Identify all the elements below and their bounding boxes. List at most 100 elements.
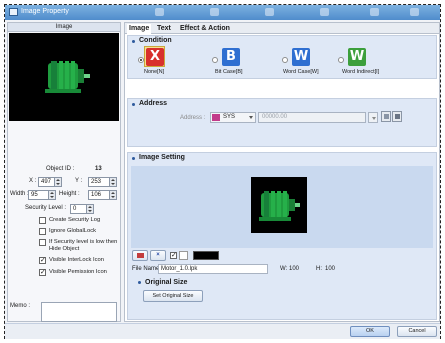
- height-value: 100: [325, 266, 336, 272]
- motor-icon: [45, 61, 90, 93]
- visible-interlock-icon-checkbox[interactable]: [39, 256, 46, 264]
- device-select[interactable]: SYS: [210, 112, 256, 123]
- keypad-icon: [384, 114, 389, 119]
- motor-icon: [259, 191, 300, 221]
- address-clear-button[interactable]: [392, 111, 402, 122]
- address-section: Address Address : SYS 00000.00: [127, 98, 437, 147]
- blurred-icon: [370, 8, 379, 16]
- y-label: Y :: [75, 178, 83, 184]
- bullet-icon: [138, 281, 141, 284]
- color-swatch[interactable]: [193, 251, 219, 260]
- condition-section: Condition X None[N] B Bit Case[B] W Word…: [127, 35, 437, 79]
- none-condition-icon[interactable]: X: [146, 48, 164, 66]
- address-helper-button[interactable]: [381, 111, 391, 122]
- x-field[interactable]: 497: [38, 177, 62, 187]
- image-canvas: [131, 166, 433, 248]
- security-level-field[interactable]: 0: [70, 204, 94, 214]
- spin-icon[interactable]: [48, 191, 55, 199]
- transparent-color-swatch[interactable]: [179, 251, 188, 260]
- tab-image[interactable]: Image: [127, 24, 152, 34]
- width-field[interactable]: 95: [28, 190, 56, 200]
- condition-none-label: None[N]: [144, 69, 165, 75]
- condition-bit-case-radio[interactable]: [212, 57, 218, 63]
- preview-header: Image: [8, 23, 120, 32]
- condition-word-indirect-radio[interactable]: [338, 57, 344, 63]
- security-level-label: Security Level :: [25, 205, 67, 211]
- blurred-icon: [155, 8, 164, 16]
- ignore-globallock-label: Ignore GlobalLock: [49, 228, 97, 234]
- bullet-icon: [132, 103, 135, 106]
- transparent-color-checkbox[interactable]: [170, 251, 177, 259]
- visible-permission-icon-label: Visible Pemission Icon: [49, 269, 107, 275]
- close-icon: ×: [156, 252, 160, 258]
- device-icon: [212, 114, 220, 121]
- memo-label: Memo :: [10, 303, 31, 309]
- height-field[interactable]: 106: [88, 190, 117, 200]
- height-label: Height :: [59, 191, 80, 197]
- blurred-icon: [265, 8, 274, 16]
- security-level-value: 0: [73, 206, 77, 212]
- image-preview: [9, 33, 119, 121]
- device-value: SYS: [223, 114, 236, 120]
- app-icon: [9, 8, 18, 16]
- chevron-down-icon: [249, 116, 253, 119]
- tab-effect-action[interactable]: Effect & Action: [178, 24, 232, 34]
- title-bar: Image Property: [5, 5, 440, 20]
- create-security-log-checkbox[interactable]: [39, 217, 46, 224]
- visible-interlock-icon-label: Visible InterLock Icon: [49, 257, 104, 263]
- address-label: Address :: [180, 115, 206, 121]
- condition-word-case-radio[interactable]: [282, 57, 288, 63]
- address-value: 00000.00: [262, 114, 288, 120]
- bit-case-icon[interactable]: B: [222, 48, 240, 66]
- image-property-dialog: Image Property Image Object ID : 13 X : …: [4, 4, 441, 339]
- set-original-size-button[interactable]: Set Original Size: [143, 290, 203, 302]
- ok-button[interactable]: OK: [350, 326, 390, 337]
- window-title: Image Property: [21, 8, 69, 15]
- condition-word-case-label: Word Case[W]: [283, 69, 319, 75]
- image-open-button[interactable]: [132, 250, 148, 261]
- file-name-input[interactable]: Motor_1.0.lpk: [158, 264, 268, 274]
- spin-icon[interactable]: [86, 205, 93, 213]
- hide-object-label: If Security level is low then Hide Objec…: [49, 239, 118, 252]
- address-title: Address: [139, 100, 168, 107]
- condition-bit-case-label: Bit Case[B]: [215, 69, 243, 75]
- image-delete-button[interactable]: ×: [150, 250, 166, 261]
- tab-bar: Image Text Effect & Action: [125, 23, 439, 34]
- blurred-icon: [210, 8, 219, 16]
- x-label: X :: [29, 178, 37, 184]
- width-value: 100: [289, 266, 300, 272]
- folder-icon: [136, 253, 144, 258]
- clear-icon: [395, 114, 400, 119]
- object-id-value: 13: [95, 166, 102, 172]
- bullet-icon: [132, 157, 135, 160]
- address-dropdown[interactable]: [368, 112, 378, 123]
- ignore-globallock-checkbox[interactable]: [39, 228, 46, 235]
- image-setting-title: Image Setting: [139, 154, 185, 161]
- spin-icon[interactable]: [54, 178, 61, 186]
- object-id-label: Object ID :: [46, 166, 75, 172]
- cancel-button[interactable]: Cancel: [397, 326, 437, 337]
- word-indirect-icon[interactable]: W: [348, 48, 366, 66]
- x-value: 497: [41, 179, 52, 185]
- memo-input[interactable]: [41, 302, 117, 322]
- create-security-log-label: Create Security Log: [49, 217, 101, 223]
- file-name-value: Motor_1.0.lpk: [161, 266, 198, 272]
- width-label: W:: [280, 266, 288, 272]
- width-label: Width :: [10, 191, 29, 197]
- height-label: H:: [316, 266, 322, 272]
- y-value: 253: [91, 179, 102, 185]
- condition-none-radio[interactable]: [138, 57, 144, 63]
- width-value: 95: [31, 192, 38, 198]
- hide-object-checkbox[interactable]: [39, 239, 46, 246]
- address-input[interactable]: 00000.00: [258, 112, 366, 123]
- blurred-icon: [410, 8, 419, 16]
- visible-permission-icon-checkbox[interactable]: [39, 268, 46, 276]
- spin-icon[interactable]: [109, 178, 116, 186]
- word-case-icon[interactable]: W: [292, 48, 310, 66]
- spin-icon[interactable]: [109, 191, 116, 199]
- dialog-footer: OK Cancel: [5, 323, 440, 339]
- tab-text[interactable]: Text: [155, 24, 173, 34]
- object-properties-panel: Image Object ID : 13 X : 497 Y : 253 Wid…: [7, 22, 121, 322]
- y-field[interactable]: 253: [88, 177, 117, 187]
- height-value: 106: [91, 192, 102, 198]
